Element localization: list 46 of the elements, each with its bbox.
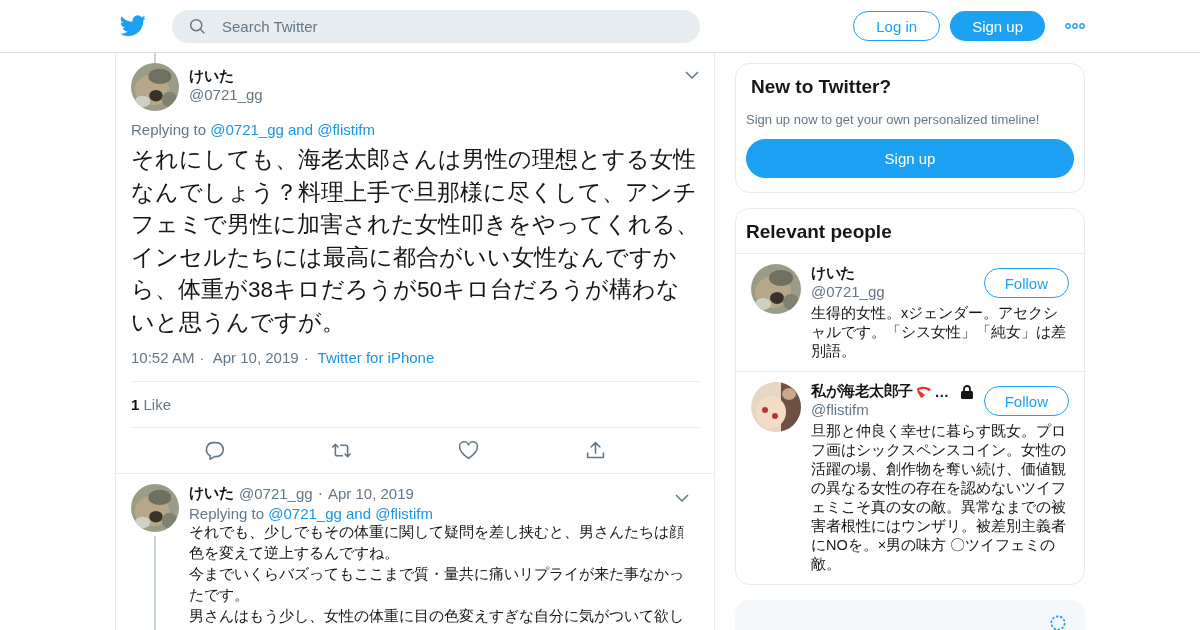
replying-label: Replying to <box>131 121 207 138</box>
user-name[interactable]: けいた <box>811 264 855 283</box>
chevron-down-icon[interactable] <box>675 493 689 502</box>
likes-count[interactable]: 1 <box>131 396 140 413</box>
user-handle[interactable]: @0721_gg <box>811 283 885 300</box>
separator-dot: · <box>199 349 205 366</box>
user-name[interactable]: けいた <box>189 484 234 503</box>
chevron-down-icon[interactable] <box>685 71 699 79</box>
user-name[interactable]: けいた <box>189 67 675 86</box>
follow-button[interactable]: Follow <box>983 268 1069 298</box>
sign-up-button[interactable]: Sign up <box>746 139 1074 178</box>
user-bio: 生得的女性。xジェンダー。アセクシャルです。「シス女性」「純女」は差別語。 <box>811 304 1067 361</box>
separator-dot: · <box>317 484 323 503</box>
tweet-date: Apr 10, 2019 <box>212 349 299 366</box>
user-handle[interactable]: @0721_gg <box>189 86 675 103</box>
more-icon[interactable] <box>1065 23 1085 29</box>
search-field[interactable]: Search Twitter <box>172 9 700 43</box>
reply-text: 今までいくらバズってもここまで質・量共に痛いリプライが来た事なかったです。 <box>189 565 685 605</box>
user-name[interactable]: 私が海老太郎子 <box>811 382 913 401</box>
name-ellipsis: … <box>934 383 949 400</box>
log-in-button[interactable]: Log in <box>853 11 941 41</box>
tweet-time: 10:52 AM <box>131 349 195 366</box>
search-icon <box>189 17 206 35</box>
user-handle[interactable]: @0721_gg <box>239 485 313 502</box>
user-bio: 旦那と仲良く幸せに暮らす既女。プロフ画はシックスペンスコイン。女性の活躍の場、創作物を奪い続け、価値観の異なる女性の存在を認めないツイフェミこそ真の女の敵。異常なまでの被害者根性にはウンザリ。被差別主義者にNOを。×男の味方 〇ツイフェミの敵。 <box>811 422 1067 574</box>
heart-icon[interactable] <box>458 440 479 461</box>
card-title: New to Twitter? <box>751 76 893 98</box>
share-icon[interactable] <box>585 440 606 461</box>
source-link[interactable]: Twitter for iPhone <box>317 349 435 366</box>
separator-dot: · <box>303 349 309 366</box>
likes-label[interactable]: Like <box>143 396 172 413</box>
reply-text: 男さんはもう少し、女性の体重に目の色変えすぎな自分に気がついて欲し <box>189 607 685 626</box>
sign-up-button[interactable]: Sign up <box>950 11 1045 41</box>
tweet-text: それにしても、海老太郎さんは男性の理想とする女性なんでしょう？料理上手で旦那様に尽くして、アンチフェミで男性に加害された女性叩きをやってくれる、インセルたちには最高に都合がいい女性なんですから、体重が38キロだろうが50キロ台だろうが構わないと思うんですが。 <box>131 146 699 337</box>
signup-prompt: Sign up now to get your own personalized timeline! <box>746 112 1041 127</box>
mention-link[interactable]: @0721_gg and @flistifm <box>210 121 375 138</box>
bird-logo-icon[interactable] <box>120 15 146 37</box>
user-handle[interactable]: @flistifm <box>811 401 975 418</box>
card-title: Relevant people <box>736 209 1084 254</box>
mention-link[interactable]: @0721_gg and @flistifm <box>268 505 433 522</box>
tweet-date[interactable]: Apr 10, 2019 <box>327 485 414 502</box>
replying-label: Replying to <box>189 505 265 522</box>
follow-button[interactable]: Follow <box>983 386 1069 416</box>
reply-text: それでも、少しでもその体重に関して疑問を差し挟むと、男さんたちは顔色を変えて逆上するんですね。 <box>189 523 685 563</box>
lock-icon <box>958 383 975 400</box>
reply-icon[interactable] <box>204 440 225 461</box>
